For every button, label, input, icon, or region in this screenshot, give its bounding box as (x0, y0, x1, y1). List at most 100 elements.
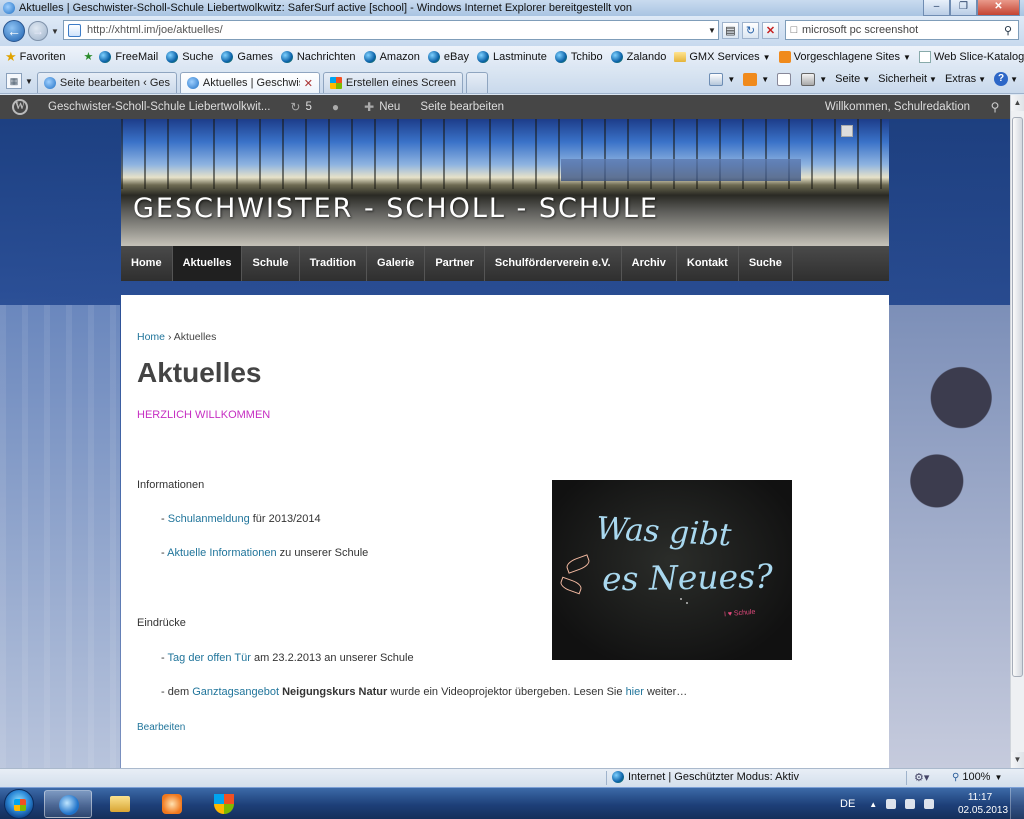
refresh-icon[interactable]: ↻ (742, 22, 759, 39)
favorites-button[interactable]: ★ Favoriten (0, 49, 66, 65)
fav-freemail[interactable]: FreeMail (99, 51, 158, 63)
system-tray: DE ▲ (840, 788, 943, 819)
scroll-up-icon[interactable]: ▲ (1011, 95, 1024, 111)
new-tab-button[interactable] (465, 72, 488, 93)
search-provider-icon[interactable]: □ (786, 24, 802, 36)
start-button[interactable] (4, 789, 34, 819)
taskbar-internet-explorer[interactable] (44, 790, 92, 818)
nav-schule[interactable]: Schule (242, 246, 300, 281)
print-button[interactable]: ▼ (801, 72, 827, 86)
zoom-control[interactable]: ⚲ 100% ▼ (952, 771, 1002, 783)
volume-icon[interactable] (924, 799, 935, 809)
show-hidden-icons[interactable]: ▲ (869, 800, 877, 809)
nav-partner[interactable]: Partner (425, 246, 485, 281)
address-bar[interactable]: http://xhtml.im/joe/aktuelles/ ▼ (63, 20, 719, 40)
search-box[interactable]: □ microsoft pc screenshot ⚲ (785, 20, 1019, 40)
nav-kontakt[interactable]: Kontakt (677, 246, 739, 281)
avatar-icon[interactable] (841, 125, 853, 137)
fav-tchibo[interactable]: Tchibo (554, 51, 603, 63)
taskbar-explorer[interactable] (96, 790, 144, 818)
tag-der-offenen-tuer-link[interactable]: Tag der offen Tür (168, 652, 251, 664)
fav-gmx-services[interactable]: GMX Services ▼ (674, 51, 771, 63)
ie-page-icon (186, 77, 199, 89)
close-tab-icon[interactable]: ✕ (304, 77, 313, 90)
vertical-scrollbar[interactable]: ▲ ▼ (1010, 95, 1024, 768)
help-menu[interactable]: ? ▼ (994, 72, 1018, 86)
nav-home[interactable]: Home (121, 246, 173, 281)
tab-aktuelles[interactable]: Aktuelles | Geschwister... ✕ (179, 72, 320, 93)
address-dropdown-icon[interactable]: ▼ (706, 26, 718, 35)
fav-ebay[interactable]: eBay (427, 51, 469, 63)
scroll-down-icon[interactable]: ▼ (1011, 752, 1024, 768)
wp-edit-page[interactable]: Seite bearbeiten (410, 95, 514, 119)
wp-account[interactable]: Willkommen, Schulredaktion (815, 95, 980, 119)
list-item: - Schulanmeldung für 2013/2014 (161, 513, 321, 525)
wp-new[interactable]: ✚ Neu (354, 95, 410, 119)
language-indicator[interactable]: DE (840, 798, 855, 810)
stop-icon[interactable]: ✕ (762, 22, 779, 39)
mail-button[interactable] (777, 72, 793, 86)
security-zone[interactable]: Internet | Geschützter Modus: Aktiv (612, 771, 799, 783)
command-bar: ▼ ▼ ▼ Seite ▼ Sicherheit ▼ Extras ▼ ? ▼ (709, 72, 1018, 86)
nav-galerie[interactable]: Galerie (367, 246, 426, 281)
taskbar-media-player[interactable] (148, 790, 196, 818)
quick-tabs-icon[interactable]: ▦ (6, 73, 22, 89)
protected-mode-icon[interactable]: ⚙▾ (914, 771, 929, 784)
page-viewport[interactable]: W Geschwister-Scholl-Schule Liebertwolkw… (0, 95, 1010, 768)
wp-comments[interactable]: ● (322, 95, 354, 119)
tab-screenshot-help[interactable]: Erstellen eines Screenshots... (322, 72, 463, 93)
nav-schulfoerderverein[interactable]: Schulförderverein e.V. (485, 246, 622, 281)
nav-aktuelles[interactable]: Aktuelles (172, 246, 243, 281)
history-dropdown-icon[interactable]: ▼ (51, 27, 59, 36)
back-button[interactable]: ← (3, 20, 25, 42)
wp-site-name[interactable]: Geschwister-Scholl-Schule Liebertwolkwit… (38, 95, 280, 119)
aktuelle-informationen-link[interactable]: Aktuelle Informationen (167, 547, 276, 559)
fav-nachrichten[interactable]: Nachrichten (280, 51, 356, 63)
tools-menu[interactable]: Extras ▼ (945, 73, 986, 85)
taskbar-clock[interactable]: 11:17 02.05.2013 (958, 791, 1008, 817)
scrollbar-thumb[interactable] (1012, 117, 1023, 677)
address-input[interactable]: http://xhtml.im/joe/aktuelles/ (87, 24, 706, 36)
fav-label: Lastminute (493, 51, 547, 63)
nav-suche[interactable]: Suche (739, 246, 793, 281)
taskbar-security[interactable] (200, 790, 248, 818)
tab-list-dropdown-icon[interactable]: ▼ (25, 77, 33, 86)
schulanmeldung-link[interactable]: Schulanmeldung (168, 513, 250, 525)
nav-tradition[interactable]: Tradition (300, 246, 368, 281)
fav-suche[interactable]: Suche (166, 51, 213, 63)
action-center-icon[interactable] (886, 799, 897, 809)
search-icon[interactable]: ⚲ (998, 24, 1018, 37)
site-title[interactable]: GESCHWISTER - SCHOLL - SCHULE (133, 193, 659, 224)
fav-web-slice[interactable]: Web Slice-Katalog▼ (918, 51, 1024, 63)
fav-zalando[interactable]: Zalando (610, 51, 666, 63)
page-menu[interactable]: Seite ▼ (835, 73, 870, 85)
hier-link[interactable]: hier (626, 686, 644, 698)
fav-suggested-sites[interactable]: Vorgeschlagene Sites ▼ (778, 51, 911, 63)
fav-amazon[interactable]: Amazon (363, 51, 420, 63)
nav-archiv[interactable]: Archiv (622, 246, 677, 281)
printer-icon (801, 72, 816, 86)
wordpress-logo-icon[interactable]: W (12, 99, 28, 115)
forward-button[interactable]: → (28, 21, 48, 41)
maximize-button[interactable]: ❐ (950, 0, 977, 16)
tab-edit-page[interactable]: Seite bearbeiten ‹ Geschwi... (36, 72, 177, 93)
add-favorite-icon[interactable]: ★ (84, 50, 94, 64)
compatibility-view-icon[interactable]: ▤ (722, 22, 739, 39)
show-desktop-button[interactable] (1010, 788, 1024, 819)
chevron-down-icon: ▼ (1010, 74, 1018, 84)
wp-updates[interactable]: ↻ 5 (280, 95, 321, 119)
search-icon[interactable]: ⚲ (980, 95, 1010, 119)
close-button[interactable]: ✕ (977, 0, 1020, 16)
safety-menu[interactable]: Sicherheit ▼ (878, 73, 937, 85)
search-input[interactable]: microsoft pc screenshot (802, 24, 998, 36)
home-button[interactable]: ▼ (709, 72, 735, 86)
edit-link[interactable]: Bearbeiten (137, 722, 185, 733)
minimize-button[interactable]: – (923, 0, 950, 16)
breadcrumb-home-link[interactable]: Home (137, 331, 165, 343)
fav-lastminute[interactable]: Lastminute (477, 51, 547, 63)
feeds-button[interactable]: ▼ (743, 72, 769, 86)
fav-games[interactable]: Games (221, 51, 273, 63)
ganztagsangebot-link[interactable]: Ganztagsangebot (192, 686, 279, 698)
list-item-text: - dem (161, 686, 190, 698)
network-icon[interactable] (905, 799, 916, 809)
